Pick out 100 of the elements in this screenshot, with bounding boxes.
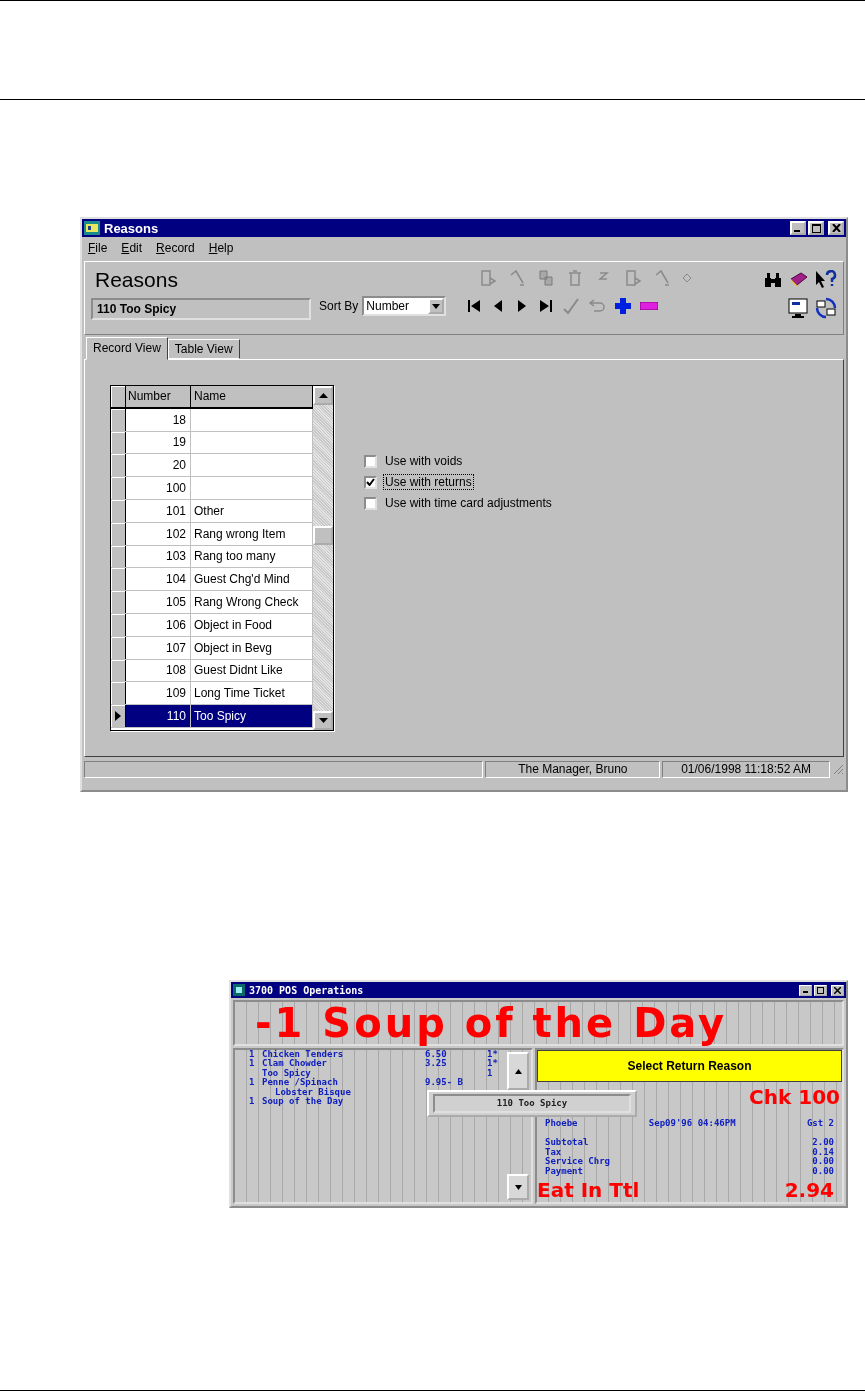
quantity: 1 xyxy=(249,1049,255,1059)
item-name: Too Spicy xyxy=(262,1067,311,1078)
last-record-icon[interactable] xyxy=(538,298,555,314)
item-price: 3.25 xyxy=(425,1058,447,1069)
table-cell: 19 xyxy=(126,431,191,454)
quantity: 1 xyxy=(249,1095,255,1106)
sort-by-dropdown[interactable]: Number xyxy=(362,296,447,316)
column-header[interactable]: Number xyxy=(126,386,191,407)
total-value: 0.14 xyxy=(812,1147,834,1157)
total-value: 0.00 xyxy=(812,1166,834,1176)
total-label: Subtotal xyxy=(545,1138,589,1148)
table-cell: 18 xyxy=(126,408,191,431)
grid-row[interactable]: 101 Other xyxy=(111,500,313,523)
seat-label: 1* xyxy=(487,1049,498,1059)
table-cell: 107 xyxy=(126,636,191,659)
total-amount: 2.94 xyxy=(784,1178,834,1202)
checkbox-label[interactable]: Use with time card adjustments xyxy=(383,495,554,511)
app-icon xyxy=(233,984,245,996)
grid-row[interactable]: 102 Rang wrong Item xyxy=(111,522,313,546)
tab[interactable]: Table View xyxy=(167,339,240,359)
grid-row[interactable]: 110 Too Spicy xyxy=(111,705,313,728)
checkbox-label[interactable]: Use with returns xyxy=(383,474,474,490)
close-icon xyxy=(831,224,841,232)
grid-row[interactable]: 19 xyxy=(111,431,313,455)
total-value: 0.00 xyxy=(812,1157,834,1167)
seat-label: 1 xyxy=(487,1067,493,1078)
close-button[interactable] xyxy=(831,984,844,996)
scroll-up-icon[interactable] xyxy=(318,393,328,398)
grid-row[interactable]: 104 Guest Chg'd Mind xyxy=(111,568,313,592)
grid-row[interactable]: 105 Rang Wrong Check xyxy=(111,591,313,614)
checkbox-label[interactable]: Use with voids xyxy=(383,453,465,469)
menu-item[interactable]: Edit xyxy=(121,241,143,255)
grid-row[interactable]: 103 Rang too many xyxy=(111,545,313,569)
prompt-bar: Select Return Reason xyxy=(537,1050,842,1082)
checkmark-icon[interactable] xyxy=(562,297,581,315)
maximize-button[interactable] xyxy=(814,984,827,996)
table-cell: 105 xyxy=(126,591,191,613)
caret-icon xyxy=(432,303,441,309)
quantity: 1 xyxy=(249,1077,255,1088)
table-cell: 101 xyxy=(126,500,191,522)
minimize-button[interactable] xyxy=(799,984,812,996)
scroll-down-button[interactable] xyxy=(507,1174,529,1200)
transfer-icon[interactable] xyxy=(815,296,837,320)
scroll-up-button[interactable] xyxy=(507,1052,529,1090)
table-cell: 100 xyxy=(126,477,191,499)
table-cell: 20 xyxy=(126,454,191,477)
table-cell: 106 xyxy=(126,613,191,636)
grid-row[interactable]: 108 Guest Didnt Like xyxy=(111,659,313,683)
maximize-icon xyxy=(817,986,824,994)
item-price: 9.95- B xyxy=(425,1077,463,1088)
plus-icon[interactable] xyxy=(614,297,633,315)
app-icon xyxy=(84,221,100,235)
item-name: Soup of the Day xyxy=(262,1095,344,1106)
checkbox[interactable] xyxy=(364,475,377,489)
help-pointer-icon[interactable] xyxy=(815,270,837,290)
total-label: Eat In Ttl xyxy=(537,1178,640,1202)
form-heading: Reasons xyxy=(94,268,179,292)
grid-row[interactable]: 20 xyxy=(111,454,313,478)
reason-popup[interactable]: 110 Too Spicy xyxy=(427,1090,637,1117)
scrollbar[interactable] xyxy=(313,386,333,730)
up-arrow-icon xyxy=(514,1068,522,1074)
grid-row[interactable]: 18 xyxy=(111,408,313,432)
close-icon xyxy=(834,986,841,994)
reason-option[interactable]: 110 Too Spicy xyxy=(433,1094,631,1113)
table-cell: 104 xyxy=(126,568,191,591)
menu-item[interactable]: File xyxy=(88,241,108,255)
total-value: 2.00 xyxy=(812,1138,834,1148)
size-grip-icon[interactable] xyxy=(832,763,844,775)
binoculars-icon[interactable] xyxy=(763,272,783,288)
check-date: Sep09'96 04:46PM xyxy=(648,1118,736,1128)
tab[interactable]: Record View xyxy=(86,337,168,360)
check-number: Chk 100 xyxy=(749,1084,841,1108)
server-name: Phoebe xyxy=(545,1118,578,1128)
menu-item[interactable]: Help xyxy=(208,241,234,255)
table-cell: 102 xyxy=(126,522,191,545)
table-cell: 108 xyxy=(126,659,191,682)
grid-row[interactable]: 100 xyxy=(111,477,313,500)
grid-row[interactable]: 106 Object in Food xyxy=(111,613,313,637)
item-price: 6.50 xyxy=(425,1049,447,1059)
maximize-button[interactable] xyxy=(808,221,824,235)
book-icon[interactable] xyxy=(789,271,809,289)
sort-by-label: Sort By xyxy=(319,299,359,313)
current-row-icon xyxy=(115,711,121,722)
checkbox[interactable] xyxy=(364,454,377,468)
monitor-icon[interactable] xyxy=(787,297,809,319)
current-record-field: 110 Too Spicy xyxy=(91,298,311,320)
menu-item[interactable]: Record xyxy=(156,241,195,255)
window-title: 3700 POS Operations xyxy=(249,984,364,996)
seat-label: 1* xyxy=(487,1058,498,1069)
first-record-icon[interactable] xyxy=(466,298,483,314)
close-button[interactable] xyxy=(828,221,844,235)
checkbox[interactable] xyxy=(364,496,377,510)
grid-row[interactable]: 107 Object in Bevg xyxy=(111,636,313,660)
total-label: Payment xyxy=(545,1166,583,1176)
minimize-button[interactable] xyxy=(790,221,806,235)
scroll-thumb[interactable] xyxy=(313,526,333,545)
minus-icon[interactable] xyxy=(640,302,659,310)
scroll-down-icon[interactable] xyxy=(318,718,328,723)
item-name: Penne /Spinach xyxy=(262,1077,338,1088)
window-title: Reasons xyxy=(104,220,159,236)
